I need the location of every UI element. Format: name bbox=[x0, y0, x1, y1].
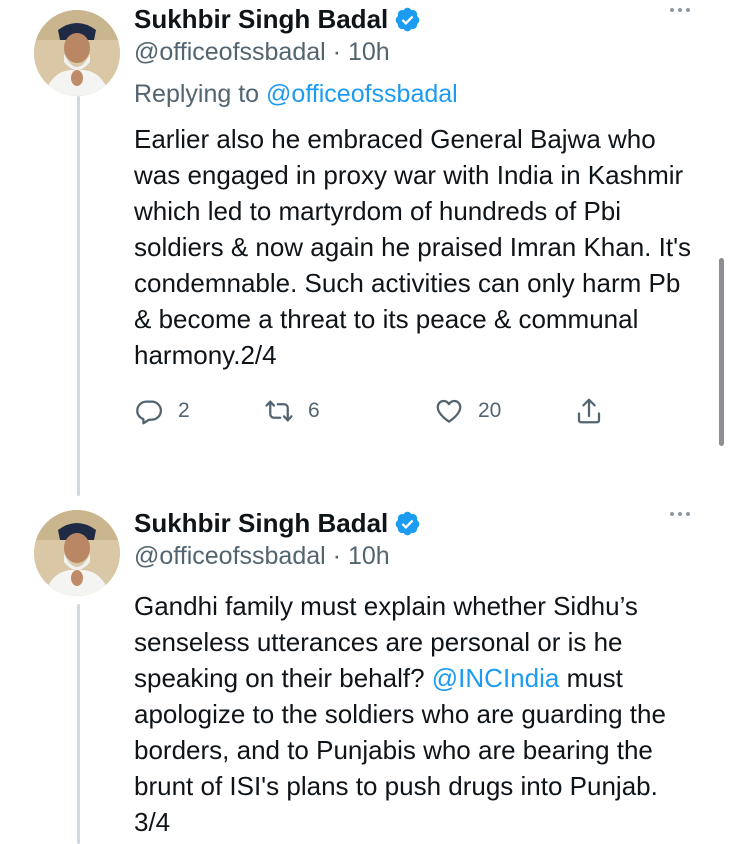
heart-icon bbox=[436, 399, 462, 423]
time-separator: · bbox=[332, 38, 341, 66]
reply-count: 2 bbox=[178, 399, 190, 422]
retweet-count: 6 bbox=[308, 399, 320, 422]
tweet[interactable]: Sukhbir Singh Badal @officeofssbadal · 1… bbox=[134, 506, 700, 840]
thread-connector-line bbox=[77, 604, 80, 844]
tweet-time[interactable]: 10h bbox=[348, 38, 390, 66]
author-handle[interactable]: @officeofssbadal bbox=[134, 38, 326, 66]
tweet-text: Gandhi family must explain whether Sidhu… bbox=[134, 588, 694, 840]
verified-badge-icon bbox=[395, 511, 420, 535]
more-options-icon[interactable] bbox=[670, 512, 690, 516]
verified-badge-icon bbox=[395, 7, 420, 31]
like-count: 20 bbox=[478, 399, 502, 422]
replying-to-line: Replying to @officeofssbadal bbox=[134, 80, 700, 109]
tweet-text: Earlier also he embraced General Bajwa w… bbox=[134, 124, 699, 370]
replying-to-prefix: Replying to bbox=[134, 80, 267, 108]
tweet-actions: 2 6 20 bbox=[134, 395, 700, 427]
thread-connector-line bbox=[77, 96, 80, 496]
more-options-icon[interactable] bbox=[670, 8, 690, 12]
author-handle[interactable]: @officeofssbadal bbox=[134, 542, 326, 570]
reply-button[interactable]: 2 bbox=[134, 396, 264, 426]
author-name[interactable]: Sukhbir Singh Badal bbox=[134, 508, 388, 539]
mention-link[interactable]: @INCIndia bbox=[432, 663, 560, 693]
tweet-time[interactable]: 10h bbox=[348, 542, 390, 570]
retweet-icon bbox=[265, 400, 293, 422]
share-icon bbox=[577, 398, 601, 424]
reply-icon bbox=[136, 400, 162, 425]
scrollbar[interactable] bbox=[719, 258, 724, 446]
share-button[interactable] bbox=[574, 396, 618, 426]
like-button[interactable]: 20 bbox=[434, 396, 574, 426]
avatar[interactable] bbox=[34, 10, 120, 96]
replying-to-link[interactable]: @officeofssbadal bbox=[266, 80, 458, 108]
avatar[interactable] bbox=[34, 510, 120, 596]
retweet-button[interactable]: 6 bbox=[264, 396, 434, 426]
time-separator: · bbox=[332, 542, 341, 570]
author-name[interactable]: Sukhbir Singh Badal bbox=[134, 4, 388, 35]
tweet[interactable]: Sukhbir Singh Badal @officeofssbadal · 1… bbox=[134, 2, 700, 427]
